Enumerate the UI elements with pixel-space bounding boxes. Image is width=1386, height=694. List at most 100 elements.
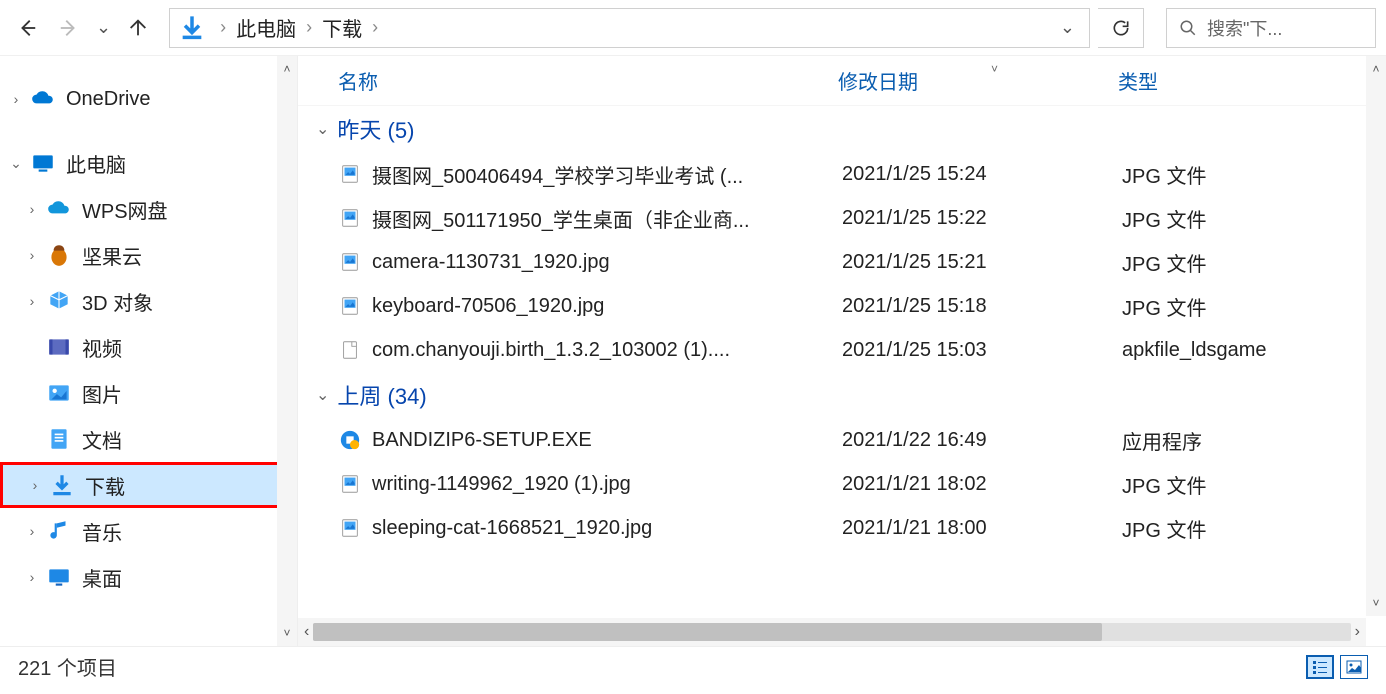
doc-icon (44, 424, 74, 454)
group-label: 昨天 (5) (337, 113, 414, 145)
jpg-file-icon (338, 250, 362, 274)
picture-icon (44, 378, 74, 408)
sidebar-item-3d[interactable]: ›3D 对象 (0, 278, 297, 324)
sort-indicator-icon: ˅ (991, 62, 998, 76)
file-type: JPG 文件 (1122, 248, 1362, 277)
address-bar[interactable]: › 此电脑 › 下载 › ⌄ (169, 8, 1090, 48)
sidebar-item-nut[interactable]: ›坚果云 (0, 232, 297, 278)
details-view-button[interactable] (1306, 655, 1334, 679)
group-label: 上周 (34) (337, 379, 426, 411)
onedrive-icon (28, 84, 58, 114)
scroll-down-icon: ˅ (283, 626, 290, 640)
pc-icon (28, 148, 58, 178)
breadcrumb-segment[interactable]: 下载 (318, 13, 366, 42)
nut-icon (44, 240, 74, 270)
file-date: 2021/1/21 18:00 (842, 517, 1122, 540)
sidebar-item-label: WPS网盘 (82, 195, 168, 224)
file-file-icon (338, 338, 362, 362)
sidebar-item-download[interactable]: ›下载 (0, 462, 297, 508)
thumbnails-view-button[interactable] (1340, 655, 1368, 679)
chevron-icon: › (20, 201, 44, 217)
arrow-left-icon (16, 17, 38, 39)
sidebar-item-label: 桌面 (82, 563, 122, 592)
sidebar-item-picture[interactable]: 图片 (0, 370, 297, 416)
horizontal-scrollbar[interactable]: ‹ › (298, 618, 1366, 646)
search-box[interactable]: 搜索"下... (1166, 8, 1376, 48)
chevron-icon: › (4, 91, 28, 107)
sidebar-scrollbar[interactable]: ˄ ˅ (277, 56, 297, 646)
sidebar-item-desktop[interactable]: › 桌面 (0, 554, 297, 600)
file-date: 2021/1/25 15:18 (842, 295, 1122, 318)
chevron-icon: › (20, 569, 44, 585)
column-header-type[interactable]: 类型 (1118, 66, 1386, 95)
main-area: ›OneDrive⌄此电脑›WPS网盘›坚果云›3D 对象视频图片文档›下载›音… (0, 56, 1386, 646)
jpg-file-icon (338, 294, 362, 318)
file-type: JPG 文件 (1122, 160, 1362, 189)
chevron-icon: › (20, 523, 44, 539)
file-row[interactable]: BANDIZIP6-SETUP.EXE2021/1/22 16:49应用程序 (298, 418, 1362, 462)
sidebar-item-onedrive[interactable]: › OneDrive (0, 76, 297, 122)
file-date: 2021/1/25 15:03 (842, 339, 1122, 362)
details-view-icon (1312, 660, 1328, 674)
content-scrollbar[interactable]: ˄ ˅ (1366, 56, 1386, 616)
sidebar-item-video[interactable]: 视频 (0, 324, 297, 370)
sidebar-item-label: 坚果云 (82, 241, 142, 270)
file-type: JPG 文件 (1122, 514, 1362, 543)
file-date: 2021/1/25 15:22 (842, 207, 1122, 230)
column-headers: 名称 修改日期˅ 类型 (298, 56, 1386, 106)
file-type: apkfile_ldsgame (1122, 339, 1362, 362)
jpg-file-icon (338, 472, 362, 496)
sidebar-item-label: 下载 (85, 471, 125, 500)
file-name: 摄图网_501171950_学生桌面（非企业商... (372, 204, 842, 233)
column-header-name[interactable]: 名称 (338, 66, 838, 95)
chevron-icon: ⌄ (4, 155, 28, 172)
file-type: JPG 文件 (1122, 204, 1362, 233)
sidebar-item-label: 图片 (82, 379, 122, 408)
history-dropdown[interactable]: ⌄ (96, 17, 111, 38)
file-name: BANDIZIP6-SETUP.EXE (372, 429, 842, 452)
up-button[interactable] (121, 11, 155, 45)
chevron-right-icon: › (372, 17, 378, 38)
file-date: 2021/1/21 18:02 (842, 473, 1122, 496)
file-name: writing-1149962_1920 (1).jpg (372, 473, 842, 496)
address-dropdown[interactable]: ⌄ (1054, 17, 1081, 38)
sidebar-item-wps[interactable]: › WPS网盘 (0, 186, 297, 232)
forward-button[interactable] (52, 11, 86, 45)
chevron-right-icon: › (306, 17, 312, 38)
video-icon (44, 332, 74, 362)
column-header-date[interactable]: 修改日期˅ (838, 66, 1118, 95)
sidebar-item-music[interactable]: ›音乐 (0, 508, 297, 554)
file-row[interactable]: 摄图网_501171950_学生桌面（非企业商...2021/1/25 15:2… (298, 196, 1362, 240)
chevron-down-icon: ⌄ (316, 119, 329, 139)
file-type: JPG 文件 (1122, 470, 1362, 499)
jpg-file-icon (338, 162, 362, 186)
sidebar-item-label: 视频 (82, 333, 122, 362)
scroll-left-icon: ‹ (304, 623, 309, 641)
file-row[interactable]: sleeping-cat-1668521_1920.jpg2021/1/21 1… (298, 506, 1362, 550)
file-row[interactable]: camera-1130731_1920.jpg2021/1/25 15:21JP… (298, 240, 1362, 284)
file-type: 应用程序 (1122, 426, 1362, 455)
sidebar-item-pc[interactable]: ⌄ 此电脑 (0, 140, 297, 186)
refresh-icon (1111, 18, 1131, 38)
breadcrumb-segment[interactable]: 此电脑 (232, 13, 300, 42)
status-bar: 221 个项目 (0, 646, 1386, 686)
content-pane: 名称 修改日期˅ 类型 ⌄ 昨天 (5) 摄图网_500406494_学校学习毕业考… (298, 56, 1386, 646)
file-row[interactable]: 摄图网_500406494_学校学习毕业考试 (...2021/1/25 15:… (298, 152, 1362, 196)
downloads-folder-icon (178, 14, 206, 42)
sidebar-item-label: OneDrive (66, 88, 150, 111)
file-row[interactable]: com.chanyouji.birth_1.3.2_103002 (1)....… (298, 328, 1362, 372)
refresh-button[interactable] (1098, 8, 1144, 48)
file-name: keyboard-70506_1920.jpg (372, 295, 842, 318)
chevron-icon: › (20, 293, 44, 309)
file-row[interactable]: writing-1149962_1920 (1).jpg2021/1/21 18… (298, 462, 1362, 506)
scroll-down-icon: ˅ (1372, 596, 1379, 610)
group-header[interactable]: ⌄ 昨天 (5) (298, 106, 1362, 152)
sidebar-item-label: 此电脑 (66, 149, 126, 178)
file-row[interactable]: keyboard-70506_1920.jpg2021/1/25 15:18JP… (298, 284, 1362, 328)
download-icon (47, 470, 77, 500)
back-button[interactable] (10, 11, 44, 45)
group-header[interactable]: ⌄上周 (34) (298, 372, 1362, 418)
scroll-up-icon: ˄ (283, 62, 290, 76)
scroll-thumb[interactable] (313, 623, 1101, 641)
sidebar-item-doc[interactable]: 文档 (0, 416, 297, 462)
